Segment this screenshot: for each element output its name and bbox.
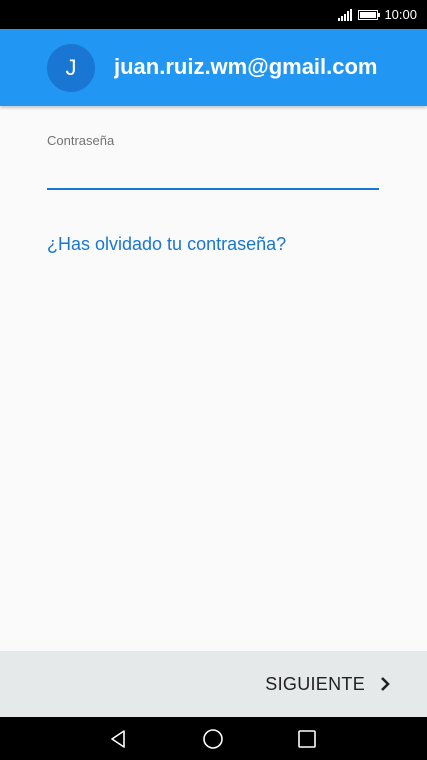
account-email: juan.ruiz.wm@gmail.com: [114, 54, 378, 79]
status-right: 10:00: [338, 0, 417, 29]
account-header: J juan.ruiz.wm@gmail.com: [0, 29, 427, 106]
back-triangle-icon: [111, 729, 125, 748]
battery-icon: [358, 9, 381, 20]
password-label: Contraseña: [47, 133, 115, 148]
signal-icon: [338, 8, 353, 21]
next-label: SIGUIENTE: [265, 673, 365, 694]
status-time: 10:00: [384, 7, 417, 22]
navigation-bar: [0, 717, 427, 760]
home-circle-icon: [203, 728, 223, 749]
avatar-initial: J: [65, 55, 77, 80]
back-button[interactable]: [88, 717, 148, 760]
recent-apps-button[interactable]: [277, 717, 337, 760]
home-button[interactable]: [183, 717, 243, 760]
next-button[interactable]: SIGUIENTE: [265, 651, 391, 717]
password-input[interactable]: [47, 156, 379, 190]
bottom-bar: SIGUIENTE: [0, 651, 427, 717]
recent-square-icon: [298, 729, 316, 748]
forgot-password-link[interactable]: ¿Has olvidado tu contraseña?: [47, 233, 286, 255]
screen: 10:00 J juan.ruiz.wm@gmail.com Contraseñ…: [0, 0, 427, 760]
avatar: J: [47, 44, 95, 92]
chevron-right-icon: [381, 677, 390, 691]
status-bar: 10:00: [0, 0, 427, 29]
